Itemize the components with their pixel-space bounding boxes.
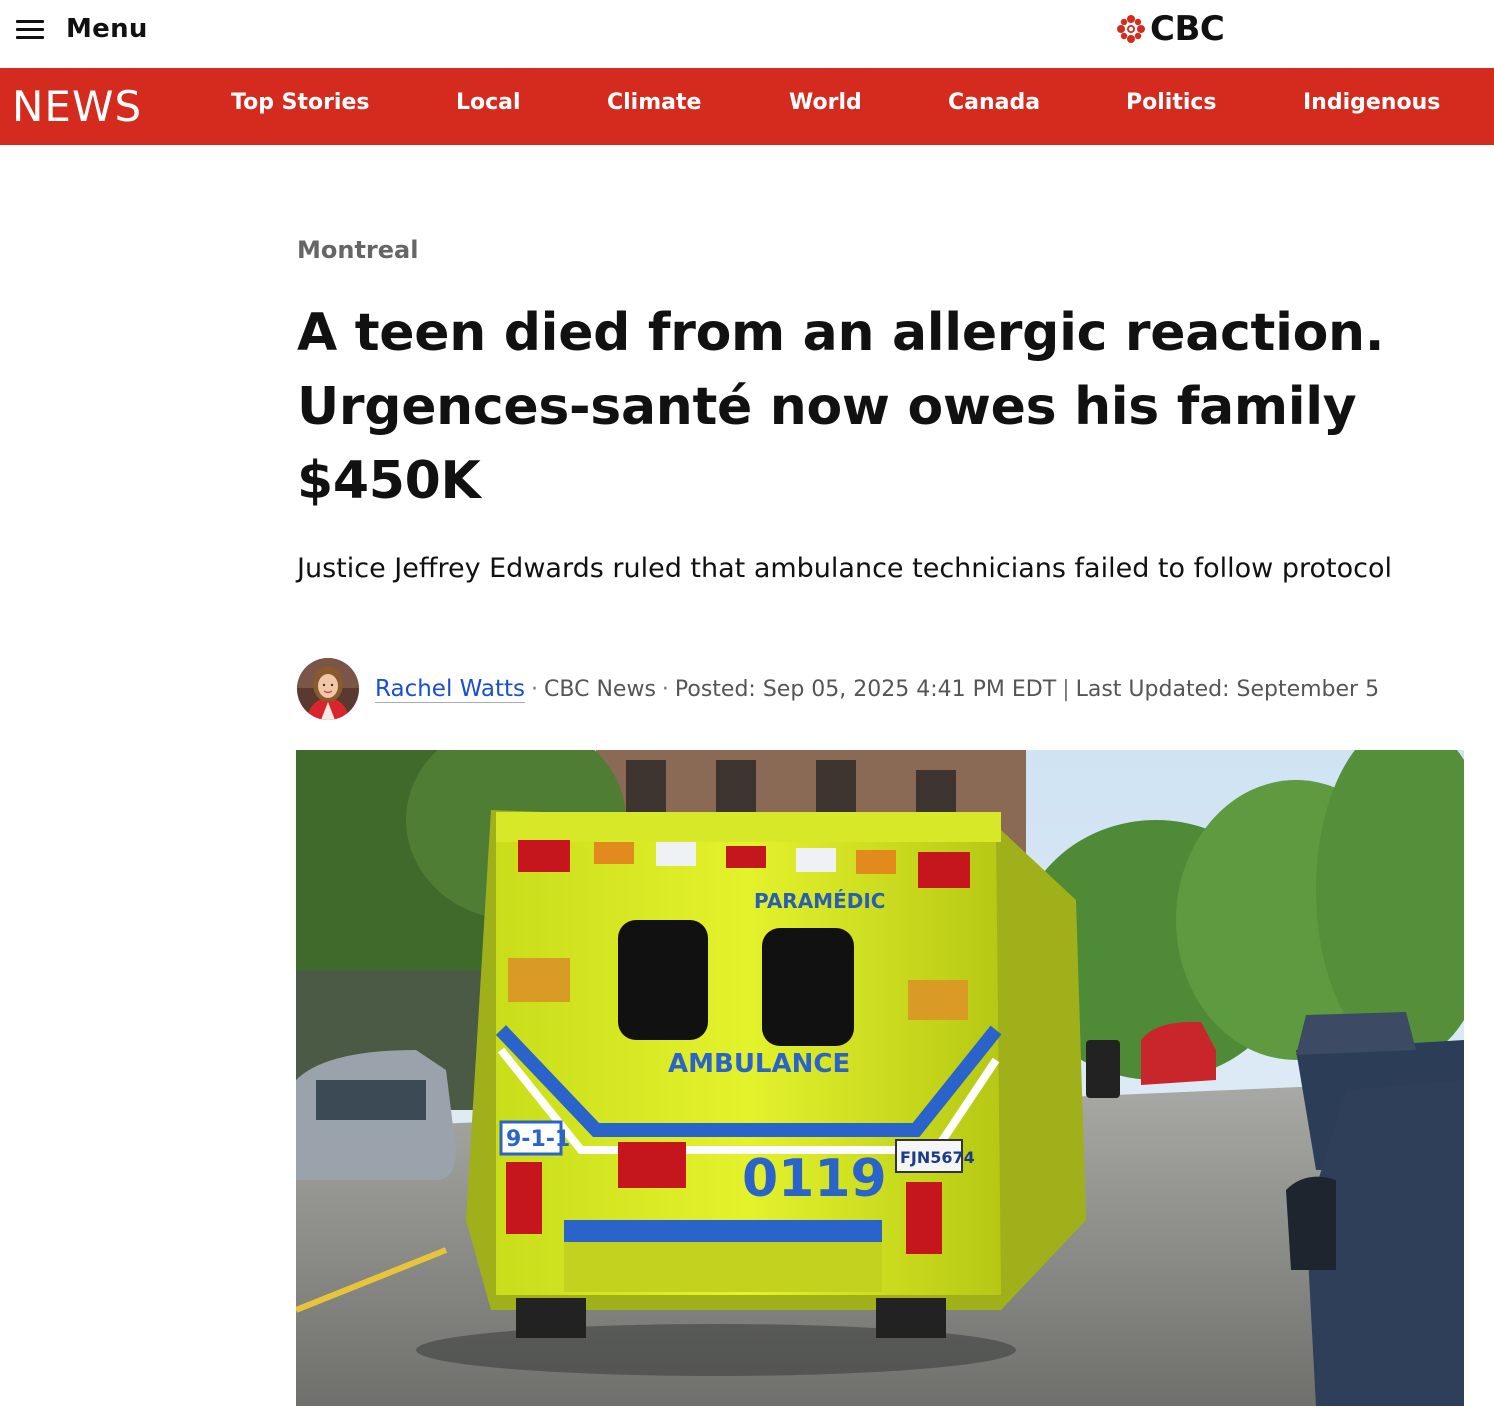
byline-separator: · bbox=[661, 676, 669, 702]
author-avatar[interactable] bbox=[297, 658, 359, 720]
news-navbar: NEWS Top Stories Local Climate World Can… bbox=[0, 68, 1494, 145]
emergency-number: 9-1-1 bbox=[506, 1127, 570, 1152]
ambulance-label: AMBULANCE bbox=[668, 1049, 850, 1079]
hero-image[interactable]: PARAMÉDIC AMBULANCE 9-1-1 0119 FJN5674 bbox=[296, 750, 1464, 1406]
cbc-logo[interactable]: CBC bbox=[1116, 9, 1225, 49]
nav-top-stories[interactable]: Top Stories bbox=[231, 90, 370, 115]
byline: Rachel Watts · CBC News · Posted: Sep 05… bbox=[297, 658, 1379, 720]
article-headline: A teen died from an allergic reaction. U… bbox=[297, 296, 1407, 518]
license-plate: FJN5674 bbox=[900, 1148, 975, 1167]
nav-world[interactable]: World bbox=[789, 90, 862, 115]
byline-updated: Last Updated: September 5 bbox=[1075, 676, 1380, 702]
menu-button[interactable]: Menu bbox=[16, 12, 148, 46]
unit-number: 0119 bbox=[742, 1149, 887, 1209]
menu-label: Menu bbox=[66, 14, 148, 44]
nav-indigenous[interactable]: Indigenous bbox=[1303, 90, 1440, 115]
article-dek: Justice Jeffrey Edwards ruled that ambul… bbox=[297, 553, 1392, 584]
cbc-gem-icon bbox=[1117, 15, 1145, 43]
paramedic-text: PARAMÉDIC bbox=[754, 889, 885, 913]
headline-line-2: Urgences-santé now owes his family bbox=[297, 377, 1357, 437]
nav-canada[interactable]: Canada bbox=[948, 90, 1040, 115]
nav-climate[interactable]: Climate bbox=[607, 90, 701, 115]
ambulance-photo: PARAMÉDIC AMBULANCE 9-1-1 0119 FJN5674 bbox=[296, 750, 1464, 1406]
section-label[interactable]: Montreal bbox=[297, 236, 418, 264]
author-link[interactable]: Rachel Watts bbox=[375, 676, 526, 703]
byline-posted: Posted: Sep 05, 2025 4:41 PM EDT bbox=[674, 676, 1057, 702]
byline-separator: | bbox=[1062, 676, 1070, 702]
headline-line-3: $450K bbox=[297, 451, 481, 511]
news-wordmark[interactable]: NEWS bbox=[12, 82, 142, 131]
nav-local[interactable]: Local bbox=[456, 90, 521, 115]
top-bar: Menu CBC bbox=[0, 0, 1494, 68]
byline-separator: · bbox=[531, 676, 539, 702]
byline-outlet: CBC News bbox=[544, 676, 656, 702]
nav-politics[interactable]: Politics bbox=[1126, 90, 1217, 115]
hamburger-icon bbox=[16, 19, 44, 39]
headline-line-1: A teen died from an allergic reaction. bbox=[297, 303, 1385, 363]
cbc-wordmark: CBC bbox=[1150, 9, 1225, 49]
